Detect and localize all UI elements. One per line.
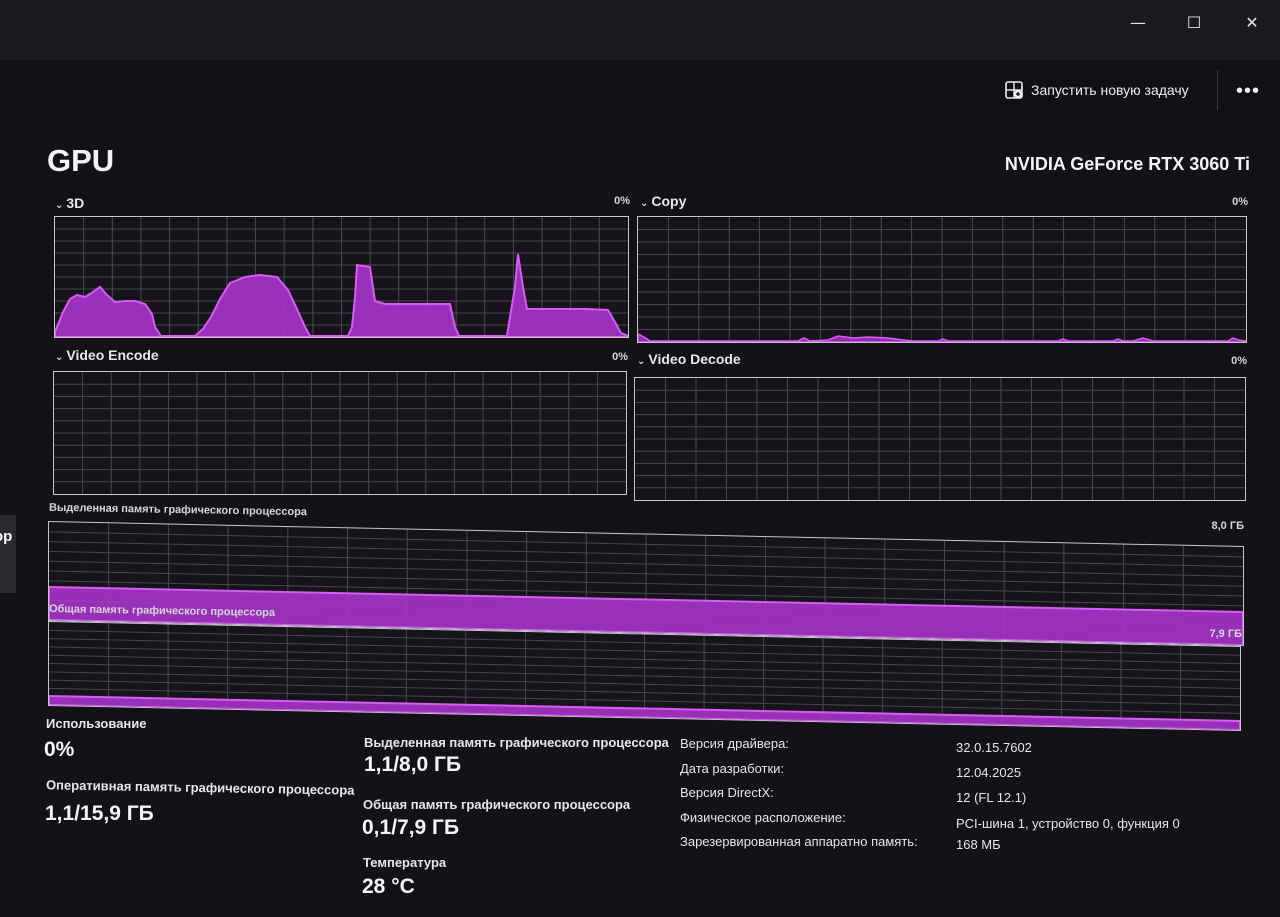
- shared-memory-value: 0,1/7,9 ГБ: [362, 816, 460, 839]
- shared-memory-label: Общая память графического процессора: [363, 797, 631, 812]
- run-new-task-label: Запустить новую задачу: [1031, 82, 1189, 98]
- graph-3d: [54, 216, 629, 338]
- chevron-down-icon: ⌄: [637, 356, 646, 367]
- temperature-label: Температура: [363, 855, 447, 870]
- sidebar-partial-tab[interactable]: ор: [0, 515, 16, 593]
- info-key: Зарезервированная аппаратно память:: [680, 834, 918, 849]
- engine-video-encode-selector[interactable]: ⌄ Video Encode: [55, 347, 159, 363]
- shared-memory-graph-max: 7,9 ГБ: [1209, 628, 1243, 640]
- gpu-ram-value: 1,1/15,9 ГБ: [45, 802, 154, 825]
- graph-copy: [637, 216, 1247, 343]
- graph-grid: [54, 372, 626, 494]
- run-task-icon: [1005, 81, 1023, 99]
- info-key: Версия DirectX:: [680, 785, 774, 800]
- usage-label: Использование: [46, 716, 147, 731]
- info-value: 168 МБ: [956, 837, 1001, 852]
- graph-video-encode-svg: [54, 372, 626, 494]
- graph-video-decode-svg: [635, 378, 1245, 500]
- dedicated-memory-graph-max: 8,0 ГБ: [1211, 520, 1245, 532]
- graph-3d-svg: [55, 217, 628, 337]
- gpu-name: NVIDIA GeForce RTX 3060 Ti: [1004, 154, 1250, 174]
- dedicated-memory-value: 1,1/8,0 ГБ: [364, 753, 462, 776]
- engine-3d-label: 3D: [66, 195, 85, 211]
- engine-copy-selector[interactable]: ⌄ Copy: [640, 193, 686, 209]
- run-new-task-button[interactable]: Запустить новую задачу: [1005, 78, 1189, 102]
- graph-grid: [638, 217, 1246, 342]
- toolbar-separator: [1217, 70, 1218, 110]
- engine-copy-label: Copy: [651, 193, 687, 209]
- engine-video-decode-percent: 0%: [1231, 355, 1247, 367]
- info-key: Дата разработки:: [680, 761, 785, 776]
- close-button[interactable]: ✕: [1237, 12, 1267, 34]
- minimize-button[interactable]: —: [1123, 12, 1153, 34]
- engine-3d-selector[interactable]: ⌄ 3D: [55, 195, 84, 211]
- dedicated-memory-label: Выделенная память графического процессор…: [364, 735, 669, 750]
- title-bar: [0, 0, 1280, 60]
- engine-video-decode-label: Video Decode: [648, 351, 741, 367]
- page-title: GPU: [47, 143, 115, 178]
- temperature-value: 28 °C: [362, 875, 415, 898]
- engine-video-decode-selector[interactable]: ⌄ Video Decode: [637, 351, 741, 367]
- info-value: PCI-шина 1, устройство 0, функция 0: [956, 816, 1180, 831]
- engine-video-encode-label: Video Encode: [66, 347, 159, 363]
- graph-video-decode: [634, 377, 1246, 501]
- chevron-down-icon: ⌄: [55, 200, 64, 211]
- maximize-button[interactable]: ☐: [1179, 12, 1209, 34]
- info-value: 32.0.15.7602: [956, 740, 1032, 755]
- engine-video-encode-percent: 0%: [612, 351, 628, 363]
- info-value: 12.04.2025: [956, 765, 1022, 780]
- chevron-down-icon: ⌄: [55, 352, 64, 363]
- info-key: Версия драйвера:: [680, 736, 789, 751]
- graph-copy-svg: [638, 217, 1246, 342]
- engine-copy-percent: 0%: [1232, 196, 1248, 208]
- graph-grid: [635, 378, 1245, 500]
- info-value: 12 (FL 12.1): [956, 790, 1027, 805]
- info-key: Физическое расположение:: [680, 810, 846, 825]
- graph-video-encode: [53, 371, 627, 495]
- engine-3d-percent: 0%: [614, 195, 630, 207]
- usage-value: 0%: [44, 738, 75, 761]
- chevron-down-icon: ⌄: [640, 198, 649, 209]
- more-options-icon[interactable]: •••: [1236, 80, 1260, 103]
